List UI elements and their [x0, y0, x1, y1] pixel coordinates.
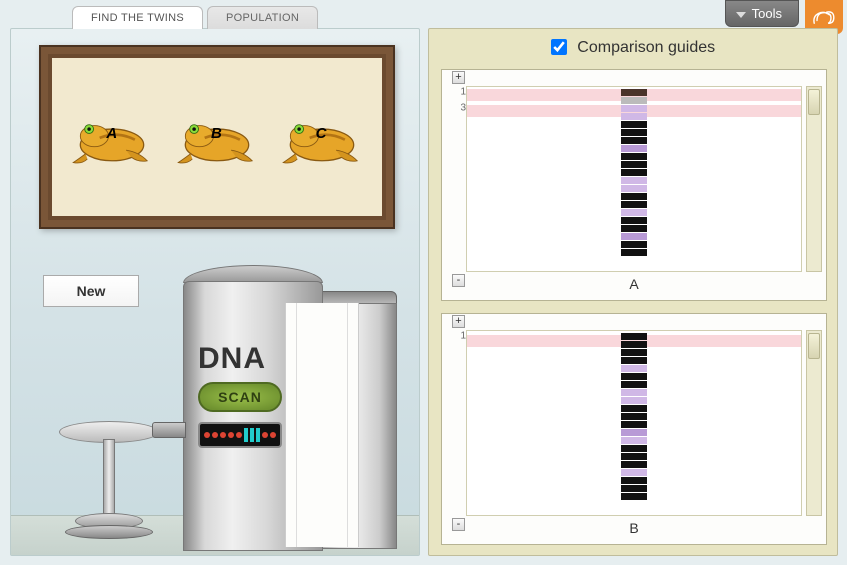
gel-label-a: A — [442, 276, 826, 292]
lab-panel: A B C New — [10, 28, 420, 556]
frog-label: B — [211, 125, 222, 142]
zoom-in-a[interactable]: + — [452, 71, 465, 84]
frog-row: A B C — [52, 58, 382, 216]
comparison-guides-checkbox[interactable] — [551, 39, 567, 55]
gel-inner-a[interactable] — [466, 86, 802, 272]
machine-arm — [152, 422, 186, 438]
zoom-in-b[interactable]: + — [452, 315, 465, 328]
tab-find-twins[interactable]: FIND THE TWINS — [72, 6, 203, 29]
dna-machine: DNA SCAN — [183, 265, 401, 555]
machine-meter — [198, 422, 282, 448]
gel-inner-b[interactable] — [466, 330, 802, 516]
app-root: FIND THE TWINS POPULATION Tools A B — [0, 0, 847, 565]
printout — [285, 303, 359, 547]
tab-population[interactable]: POPULATION — [207, 6, 318, 29]
ruler-a: 1 3 — [452, 86, 466, 272]
tab-bar: FIND THE TWINS POPULATION — [72, 6, 318, 29]
frog-label: C — [316, 125, 327, 142]
dna-bands-b — [621, 333, 647, 500]
frog-label: A — [106, 125, 117, 142]
new-button[interactable]: New — [43, 275, 139, 307]
vscroll-thumb[interactable] — [808, 333, 820, 359]
gel-pane-b: + - 1 B — [441, 313, 827, 545]
machine-title: DNA — [198, 342, 266, 376]
tools-label: Tools — [752, 6, 782, 21]
ruler-b: 1 — [452, 330, 466, 516]
frog-b[interactable]: B — [173, 103, 261, 171]
vscroll-a[interactable] — [806, 86, 822, 272]
dna-bands-a — [621, 89, 647, 256]
specimen-frame: A B C — [39, 45, 395, 229]
vscroll-thumb[interactable] — [808, 89, 820, 115]
tools-dropdown[interactable]: Tools — [725, 0, 799, 27]
guides-label: Comparison guides — [577, 39, 715, 56]
gel-pane-a: + - 1 3 A — [441, 69, 827, 301]
specimen-area: A B C — [52, 58, 382, 216]
frog-a[interactable]: A — [68, 103, 156, 171]
guides-row: Comparison guides — [429, 39, 837, 57]
stool — [59, 421, 159, 553]
frog-c[interactable]: C — [278, 103, 366, 171]
gel-label-b: B — [442, 520, 826, 536]
comparison-panel: Comparison guides + - 1 3 A + - 1 — [428, 28, 838, 556]
vscroll-b[interactable] — [806, 330, 822, 516]
scan-button[interactable]: SCAN — [198, 382, 282, 412]
